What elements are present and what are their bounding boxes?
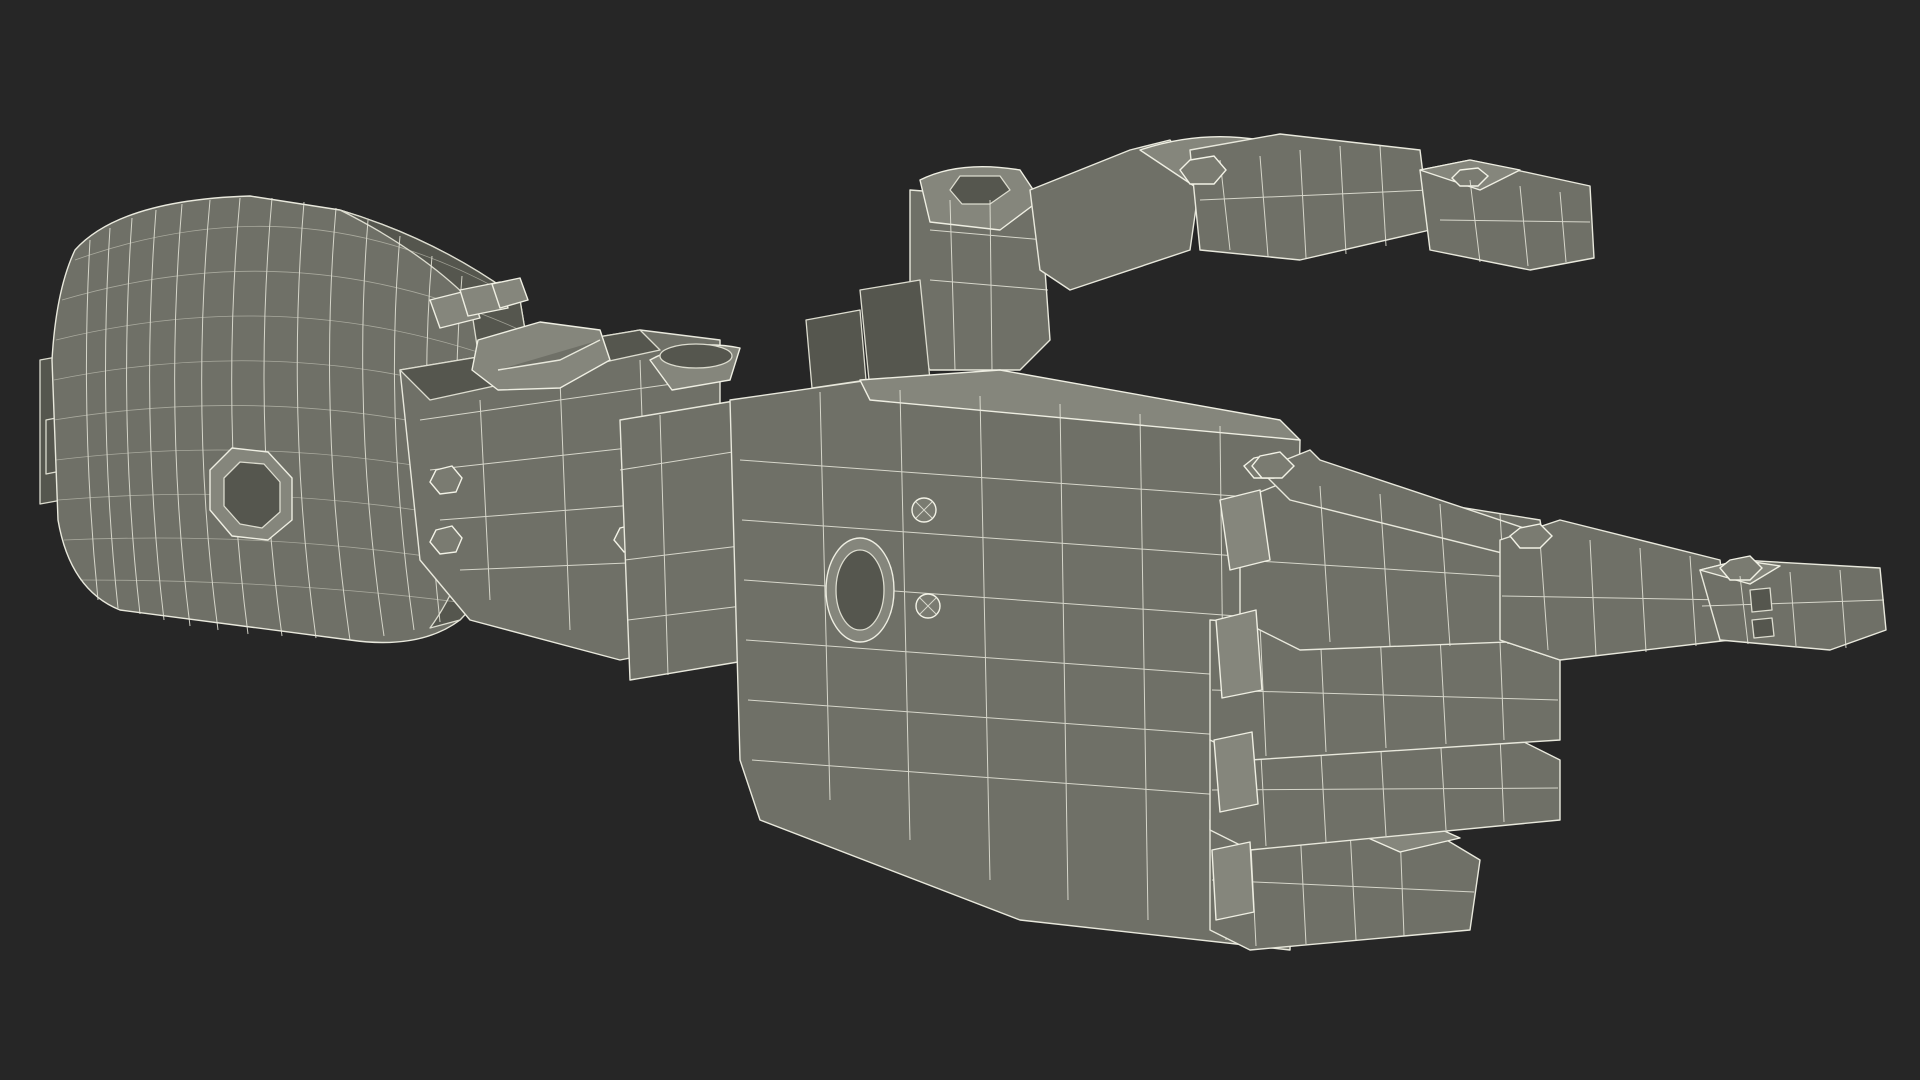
robot-hand-model: [39, 133, 1887, 951]
palm-screw: [915, 593, 941, 619]
thumb: [805, 133, 1595, 391]
index-finger: [1239, 449, 1887, 661]
palm-screw: [911, 497, 937, 523]
3d-viewport[interactable]: [0, 0, 1920, 1080]
